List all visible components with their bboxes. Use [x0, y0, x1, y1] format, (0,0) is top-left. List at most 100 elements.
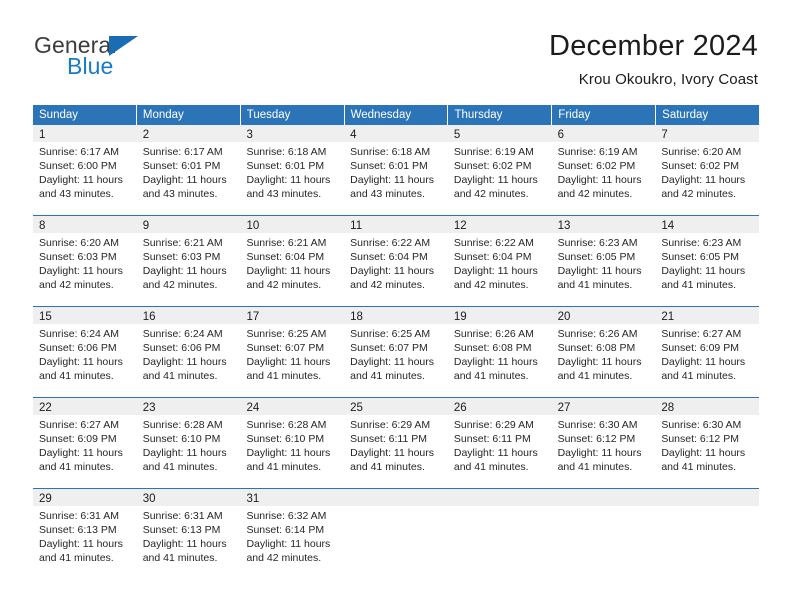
day-details: Sunrise: 6:21 AM Sunset: 6:04 PM Daylight:…: [240, 233, 344, 292]
day-cell[interactable]: 28 Sunrise: 6:30 AM Sunset: 6:12 PM Dayligh…: [655, 398, 760, 488]
daylight-text-line2: and 42 minutes.: [557, 188, 633, 200]
day-cell[interactable]: 4 Sunrise: 6:18 AM Sunset: 6:01 PM Daylight…: [344, 125, 448, 215]
sunrise-text: Sunrise: 6:23 AM: [557, 237, 638, 249]
sunset-text: Sunset: 6:02 PM: [557, 160, 636, 172]
day-cell[interactable]: 22 Sunrise: 6:27 AM Sunset: 6:09 PM Dayligh…: [33, 398, 137, 488]
day-cell[interactable]: 24 Sunrise: 6:28 AM Sunset: 6:10 PM Dayligh…: [240, 398, 345, 488]
day-number-band: 27: [551, 398, 656, 415]
day-cell[interactable]: 5 Sunrise: 6:19 AM Sunset: 6:02 PM Daylight…: [447, 125, 552, 215]
daylight-text-line2: and 43 minutes.: [142, 188, 218, 200]
day-cell[interactable]: 6 Sunrise: 6:19 AM Sunset: 6:02 PM Daylight…: [551, 125, 656, 215]
day-details: Sunrise: 6:29 AM Sunset: 6:11 PM Daylight:…: [344, 415, 448, 474]
daylight-text-line1: Daylight: 11 hours: [246, 447, 331, 459]
day-details: Sunrise: 6:24 AM Sunset: 6:06 PM Daylight:…: [33, 324, 137, 383]
daylight-text-line2: and 41 minutes.: [350, 461, 425, 473]
sunrise-text: Sunrise: 6:21 AM: [246, 237, 327, 249]
page-title: December 2024: [549, 30, 758, 62]
day-cell[interactable]: 2 Sunrise: 6:17 AM Sunset: 6:01 PM Daylight…: [136, 125, 241, 215]
day-number: 3: [246, 129, 253, 141]
daylight-text-line1: Daylight: 11 hours: [350, 265, 435, 277]
day-cell[interactable]: 20 Sunrise: 6:26 AM Sunset: 6:08 PM Dayligh…: [551, 307, 656, 397]
day-details: Sunrise: 6:18 AM Sunset: 6:01 PM Daylight:…: [344, 142, 448, 201]
daylight-text-line1: Daylight: 11 hours: [39, 538, 123, 550]
weekday-header-thursday: Thursday: [448, 105, 553, 125]
sunrise-text: Sunrise: 6:27 AM: [39, 419, 119, 431]
day-cell[interactable]: 10 Sunrise: 6:21 AM Sunset: 6:04 PM Dayligh…: [240, 216, 345, 306]
sunrise-text: Sunrise: 6:28 AM: [246, 419, 327, 431]
day-cell[interactable]: 23 Sunrise: 6:28 AM Sunset: 6:10 PM Dayligh…: [136, 398, 241, 488]
sunset-text: Sunset: 6:05 PM: [557, 251, 636, 263]
day-number-band: [344, 489, 448, 506]
day-details: Sunrise: 6:27 AM Sunset: 6:09 PM Daylight:…: [33, 415, 137, 474]
day-cell[interactable]: 1 Sunrise: 6:17 AM Sunset: 6:00 PM Daylight…: [33, 125, 137, 215]
sunrise-text: Sunrise: 6:19 AM: [557, 146, 638, 158]
day-cell[interactable]: 12 Sunrise: 6:22 AM Sunset: 6:04 PM Dayligh…: [447, 216, 552, 306]
logo-text-blue: Blue: [67, 53, 114, 79]
daylight-text-line1: Daylight: 11 hours: [142, 538, 227, 550]
day-number-band: 21: [655, 307, 760, 324]
page-header: General Blue December 2024 Krou Okoukro,…: [34, 28, 758, 94]
day-number-band: 29: [33, 489, 137, 506]
day-number-band: 24: [240, 398, 345, 415]
day-cell[interactable]: 31 Sunrise: 6:32 AM Sunset: 6:14 PM Dayligh…: [240, 489, 345, 579]
day-cell[interactable]: 16 Sunrise: 6:24 AM Sunset: 6:06 PM Dayligh…: [136, 307, 241, 397]
day-details: Sunrise: 6:28 AM Sunset: 6:10 PM Daylight:…: [137, 415, 241, 474]
day-cell[interactable]: 30 Sunrise: 6:31 AM Sunset: 6:13 PM Dayligh…: [136, 489, 241, 579]
day-cell[interactable]: 14 Sunrise: 6:23 AM Sunset: 6:05 PM Dayligh…: [655, 216, 760, 306]
day-number-band: 31: [240, 489, 345, 506]
day-details: Sunrise: 6:31 AM Sunset: 6:13 PM Daylight:…: [137, 506, 241, 565]
day-cell[interactable]: 13 Sunrise: 6:23 AM Sunset: 6:05 PM Dayligh…: [551, 216, 656, 306]
daylight-text-line2: and 41 minutes.: [142, 461, 218, 473]
daylight-text-line1: Daylight: 11 hours: [453, 447, 538, 459]
sunset-text: Sunset: 6:05 PM: [661, 251, 739, 263]
day-details: Sunrise: 6:19 AM Sunset: 6:02 PM Daylight:…: [552, 142, 656, 201]
day-cell[interactable]: 21 Sunrise: 6:27 AM Sunset: 6:09 PM Dayligh…: [655, 307, 760, 397]
day-cell[interactable]: 25 Sunrise: 6:29 AM Sunset: 6:11 PM Dayligh…: [344, 398, 448, 488]
sunrise-text: Sunrise: 6:26 AM: [557, 328, 638, 340]
day-number: 27: [557, 402, 571, 414]
day-number: 25: [350, 402, 363, 414]
day-number: 6: [557, 129, 564, 141]
day-cell[interactable]: 8 Sunrise: 6:20 AM Sunset: 6:03 PM Daylight…: [33, 216, 137, 306]
daylight-text-line2: and 42 minutes.: [350, 279, 425, 291]
day-details: Sunrise: 6:30 AM Sunset: 6:12 PM Daylight:…: [655, 415, 759, 474]
page-subtitle: Krou Okoukro, Ivory Coast: [578, 71, 758, 88]
day-number: 21: [661, 311, 675, 323]
daylight-text-line2: and 43 minutes.: [39, 188, 114, 200]
sunrise-text: Sunrise: 6:30 AM: [661, 419, 742, 431]
day-cell[interactable]: 7 Sunrise: 6:20 AM Sunset: 6:02 PM Daylight…: [655, 125, 760, 215]
day-cell[interactable]: 27 Sunrise: 6:30 AM Sunset: 6:12 PM Dayligh…: [551, 398, 656, 488]
calendar-week-row: 29 Sunrise: 6:31 AM Sunset: 6:13 PM Dayligh…: [33, 488, 760, 579]
day-cell[interactable]: 11 Sunrise: 6:22 AM Sunset: 6:04 PM Dayligh…: [344, 216, 448, 306]
general-blue-logo[interactable]: General Blue: [34, 32, 244, 90]
daylight-text-line1: Daylight: 11 hours: [39, 174, 123, 186]
day-number: 16: [142, 311, 156, 323]
daylight-text-line1: Daylight: 11 hours: [557, 265, 642, 277]
day-cell[interactable]: 19 Sunrise: 6:26 AM Sunset: 6:08 PM Dayligh…: [447, 307, 552, 397]
day-cell[interactable]: 3 Sunrise: 6:18 AM Sunset: 6:01 PM Daylight…: [240, 125, 345, 215]
daylight-text-line1: Daylight: 11 hours: [246, 265, 331, 277]
day-cell[interactable]: 18 Sunrise: 6:25 AM Sunset: 6:07 PM Dayligh…: [344, 307, 448, 397]
sunset-text: Sunset: 6:03 PM: [142, 251, 221, 263]
sunrise-text: Sunrise: 6:21 AM: [142, 237, 223, 249]
sunset-text: Sunset: 6:13 PM: [39, 524, 117, 536]
day-number-band: 4: [344, 125, 448, 142]
day-number: 29: [39, 493, 52, 505]
daylight-text-line1: Daylight: 11 hours: [350, 447, 435, 459]
day-number: 31: [246, 493, 260, 505]
daylight-text-line2: and 41 minutes.: [39, 552, 114, 564]
day-number: 18: [350, 311, 363, 323]
day-number-band: 11: [344, 216, 448, 233]
day-cell[interactable]: 15 Sunrise: 6:24 AM Sunset: 6:06 PM Dayligh…: [33, 307, 137, 397]
day-cell[interactable]: 26 Sunrise: 6:29 AM Sunset: 6:11 PM Dayligh…: [447, 398, 552, 488]
daylight-text-line2: and 41 minutes.: [350, 370, 425, 382]
day-cell[interactable]: 17 Sunrise: 6:25 AM Sunset: 6:07 PM Dayligh…: [240, 307, 345, 397]
day-cell[interactable]: 9 Sunrise: 6:21 AM Sunset: 6:03 PM Daylight…: [136, 216, 241, 306]
sunset-text: Sunset: 6:01 PM: [142, 160, 221, 172]
day-details: Sunrise: 6:23 AM Sunset: 6:05 PM Daylight:…: [655, 233, 759, 292]
sunset-text: Sunset: 6:02 PM: [453, 160, 532, 172]
day-number: 17: [246, 311, 260, 323]
day-number-band: 22: [33, 398, 137, 415]
sunrise-text: Sunrise: 6:24 AM: [142, 328, 223, 340]
day-cell[interactable]: 29 Sunrise: 6:31 AM Sunset: 6:13 PM Dayligh…: [33, 489, 137, 579]
